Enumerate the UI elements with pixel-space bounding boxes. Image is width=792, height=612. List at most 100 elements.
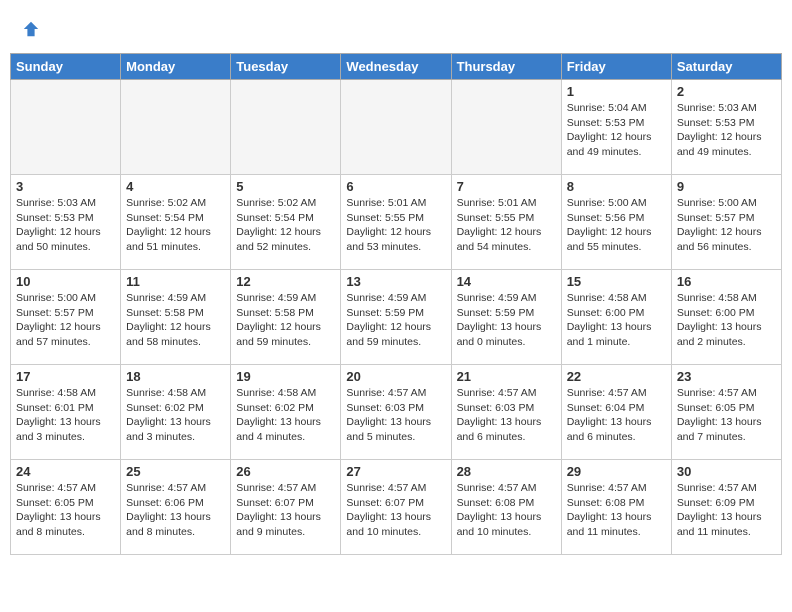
weekday-header: Thursday — [451, 54, 561, 80]
day-number: 9 — [677, 179, 776, 194]
day-detail: Sunrise: 4:59 AM Sunset: 5:58 PM Dayligh… — [126, 291, 225, 350]
day-detail: Sunrise: 4:57 AM Sunset: 6:06 PM Dayligh… — [126, 481, 225, 540]
day-number: 23 — [677, 369, 776, 384]
calendar-cell: 11 Sunrise: 4:59 AM Sunset: 5:58 PM Dayli… — [121, 270, 231, 365]
day-number: 14 — [457, 274, 556, 289]
day-detail: Sunrise: 4:57 AM Sunset: 6:08 PM Dayligh… — [567, 481, 666, 540]
weekday-header: Saturday — [671, 54, 781, 80]
calendar-cell: 10 Sunrise: 5:00 AM Sunset: 5:57 PM Dayli… — [11, 270, 121, 365]
calendar-cell — [231, 80, 341, 175]
day-number: 3 — [16, 179, 115, 194]
day-detail: Sunrise: 4:59 AM Sunset: 5:59 PM Dayligh… — [346, 291, 445, 350]
weekday-header: Sunday — [11, 54, 121, 80]
calendar-cell: 9 Sunrise: 5:00 AM Sunset: 5:57 PM Daylig… — [671, 175, 781, 270]
calendar-cell: 4 Sunrise: 5:02 AM Sunset: 5:54 PM Daylig… — [121, 175, 231, 270]
day-detail: Sunrise: 5:00 AM Sunset: 5:57 PM Dayligh… — [16, 291, 115, 350]
logo-icon — [22, 20, 40, 38]
day-detail: Sunrise: 4:59 AM Sunset: 5:59 PM Dayligh… — [457, 291, 556, 350]
calendar-cell: 15 Sunrise: 4:58 AM Sunset: 6:00 PM Dayli… — [561, 270, 671, 365]
calendar-cell: 3 Sunrise: 5:03 AM Sunset: 5:53 PM Daylig… — [11, 175, 121, 270]
day-detail: Sunrise: 4:57 AM Sunset: 6:07 PM Dayligh… — [346, 481, 445, 540]
calendar-cell: 28 Sunrise: 4:57 AM Sunset: 6:08 PM Dayli… — [451, 460, 561, 555]
calendar-cell: 2Sunrise: 5:03 AM Sunset: 5:53 PM Daylig… — [671, 80, 781, 175]
day-detail: Sunrise: 4:57 AM Sunset: 6:03 PM Dayligh… — [457, 386, 556, 445]
page-header — [10, 10, 782, 43]
calendar-cell — [121, 80, 231, 175]
day-detail: Sunrise: 5:03 AM Sunset: 5:53 PM Dayligh… — [677, 101, 776, 160]
day-detail: Sunrise: 4:58 AM Sunset: 6:02 PM Dayligh… — [126, 386, 225, 445]
calendar-cell: 13 Sunrise: 4:59 AM Sunset: 5:59 PM Dayli… — [341, 270, 451, 365]
day-detail: Sunrise: 5:00 AM Sunset: 5:56 PM Dayligh… — [567, 196, 666, 255]
calendar-cell: 16 Sunrise: 4:58 AM Sunset: 6:00 PM Dayli… — [671, 270, 781, 365]
calendar-cell: 22 Sunrise: 4:57 AM Sunset: 6:04 PM Dayli… — [561, 365, 671, 460]
day-number: 12 — [236, 274, 335, 289]
day-number: 10 — [16, 274, 115, 289]
logo — [20, 20, 40, 38]
day-detail: Sunrise: 4:57 AM Sunset: 6:03 PM Dayligh… — [346, 386, 445, 445]
day-number: 15 — [567, 274, 666, 289]
calendar-cell: 20 Sunrise: 4:57 AM Sunset: 6:03 PM Dayli… — [341, 365, 451, 460]
day-number: 16 — [677, 274, 776, 289]
day-detail: Sunrise: 5:01 AM Sunset: 5:55 PM Dayligh… — [346, 196, 445, 255]
day-detail: Sunrise: 4:57 AM Sunset: 6:04 PM Dayligh… — [567, 386, 666, 445]
weekday-header: Tuesday — [231, 54, 341, 80]
calendar-cell: 14 Sunrise: 4:59 AM Sunset: 5:59 PM Dayli… — [451, 270, 561, 365]
day-detail: Sunrise: 5:01 AM Sunset: 5:55 PM Dayligh… — [457, 196, 556, 255]
day-number: 24 — [16, 464, 115, 479]
calendar-cell: 12 Sunrise: 4:59 AM Sunset: 5:58 PM Dayli… — [231, 270, 341, 365]
day-detail: Sunrise: 5:04 AM Sunset: 5:53 PM Dayligh… — [567, 101, 666, 160]
calendar-cell: 29 Sunrise: 4:57 AM Sunset: 6:08 PM Dayli… — [561, 460, 671, 555]
calendar-cell — [341, 80, 451, 175]
calendar-cell: 19 Sunrise: 4:58 AM Sunset: 6:02 PM Dayli… — [231, 365, 341, 460]
day-number: 11 — [126, 274, 225, 289]
weekday-header: Wednesday — [341, 54, 451, 80]
calendar-cell: 30 Sunrise: 4:57 AM Sunset: 6:09 PM Dayli… — [671, 460, 781, 555]
weekday-header: Monday — [121, 54, 231, 80]
day-number: 5 — [236, 179, 335, 194]
calendar-cell: 26 Sunrise: 4:57 AM Sunset: 6:07 PM Dayli… — [231, 460, 341, 555]
calendar-cell: 25 Sunrise: 4:57 AM Sunset: 6:06 PM Dayli… — [121, 460, 231, 555]
calendar-cell: 24Sunrise: 4:57 AM Sunset: 6:05 PM Dayli… — [11, 460, 121, 555]
calendar-cell: 8 Sunrise: 5:00 AM Sunset: 5:56 PM Daylig… — [561, 175, 671, 270]
day-number: 6 — [346, 179, 445, 194]
calendar-cell: 5 Sunrise: 5:02 AM Sunset: 5:54 PM Daylig… — [231, 175, 341, 270]
calendar-cell: 18 Sunrise: 4:58 AM Sunset: 6:02 PM Dayli… — [121, 365, 231, 460]
calendar-cell: 23 Sunrise: 4:57 AM Sunset: 6:05 PM Dayli… — [671, 365, 781, 460]
day-detail: Sunrise: 4:58 AM Sunset: 6:00 PM Dayligh… — [677, 291, 776, 350]
day-detail: Sunrise: 4:58 AM Sunset: 6:01 PM Dayligh… — [16, 386, 115, 445]
day-number: 26 — [236, 464, 335, 479]
day-detail: Sunrise: 5:00 AM Sunset: 5:57 PM Dayligh… — [677, 196, 776, 255]
day-number: 25 — [126, 464, 225, 479]
day-number: 17 — [16, 369, 115, 384]
day-number: 8 — [567, 179, 666, 194]
calendar-cell: 21 Sunrise: 4:57 AM Sunset: 6:03 PM Dayli… — [451, 365, 561, 460]
day-number: 28 — [457, 464, 556, 479]
day-detail: Sunrise: 5:03 AM Sunset: 5:53 PM Dayligh… — [16, 196, 115, 255]
day-number: 19 — [236, 369, 335, 384]
day-detail: Sunrise: 4:57 AM Sunset: 6:09 PM Dayligh… — [677, 481, 776, 540]
calendar-cell: 27Sunrise: 4:57 AM Sunset: 6:07 PM Dayli… — [341, 460, 451, 555]
day-detail: Sunrise: 4:58 AM Sunset: 6:02 PM Dayligh… — [236, 386, 335, 445]
day-detail: Sunrise: 5:02 AM Sunset: 5:54 PM Dayligh… — [126, 196, 225, 255]
calendar-cell — [451, 80, 561, 175]
calendar-cell: 6 Sunrise: 5:01 AM Sunset: 5:55 PM Daylig… — [341, 175, 451, 270]
day-number: 4 — [126, 179, 225, 194]
day-number: 30 — [677, 464, 776, 479]
day-number: 22 — [567, 369, 666, 384]
calendar-cell: 7 Sunrise: 5:01 AM Sunset: 5:55 PM Daylig… — [451, 175, 561, 270]
day-number: 7 — [457, 179, 556, 194]
day-detail: Sunrise: 4:59 AM Sunset: 5:58 PM Dayligh… — [236, 291, 335, 350]
day-number: 20 — [346, 369, 445, 384]
day-number: 18 — [126, 369, 225, 384]
day-number: 13 — [346, 274, 445, 289]
day-detail: Sunrise: 5:02 AM Sunset: 5:54 PM Dayligh… — [236, 196, 335, 255]
day-number: 29 — [567, 464, 666, 479]
day-detail: Sunrise: 4:57 AM Sunset: 6:05 PM Dayligh… — [677, 386, 776, 445]
day-detail: Sunrise: 4:58 AM Sunset: 6:00 PM Dayligh… — [567, 291, 666, 350]
day-detail: Sunrise: 4:57 AM Sunset: 6:08 PM Dayligh… — [457, 481, 556, 540]
day-number: 1 — [567, 84, 666, 99]
day-number: 21 — [457, 369, 556, 384]
day-detail: Sunrise: 4:57 AM Sunset: 6:07 PM Dayligh… — [236, 481, 335, 540]
calendar-cell: 1 Sunrise: 5:04 AM Sunset: 5:53 PM Daylig… — [561, 80, 671, 175]
calendar-cell: 17 Sunrise: 4:58 AM Sunset: 6:01 PM Dayli… — [11, 365, 121, 460]
